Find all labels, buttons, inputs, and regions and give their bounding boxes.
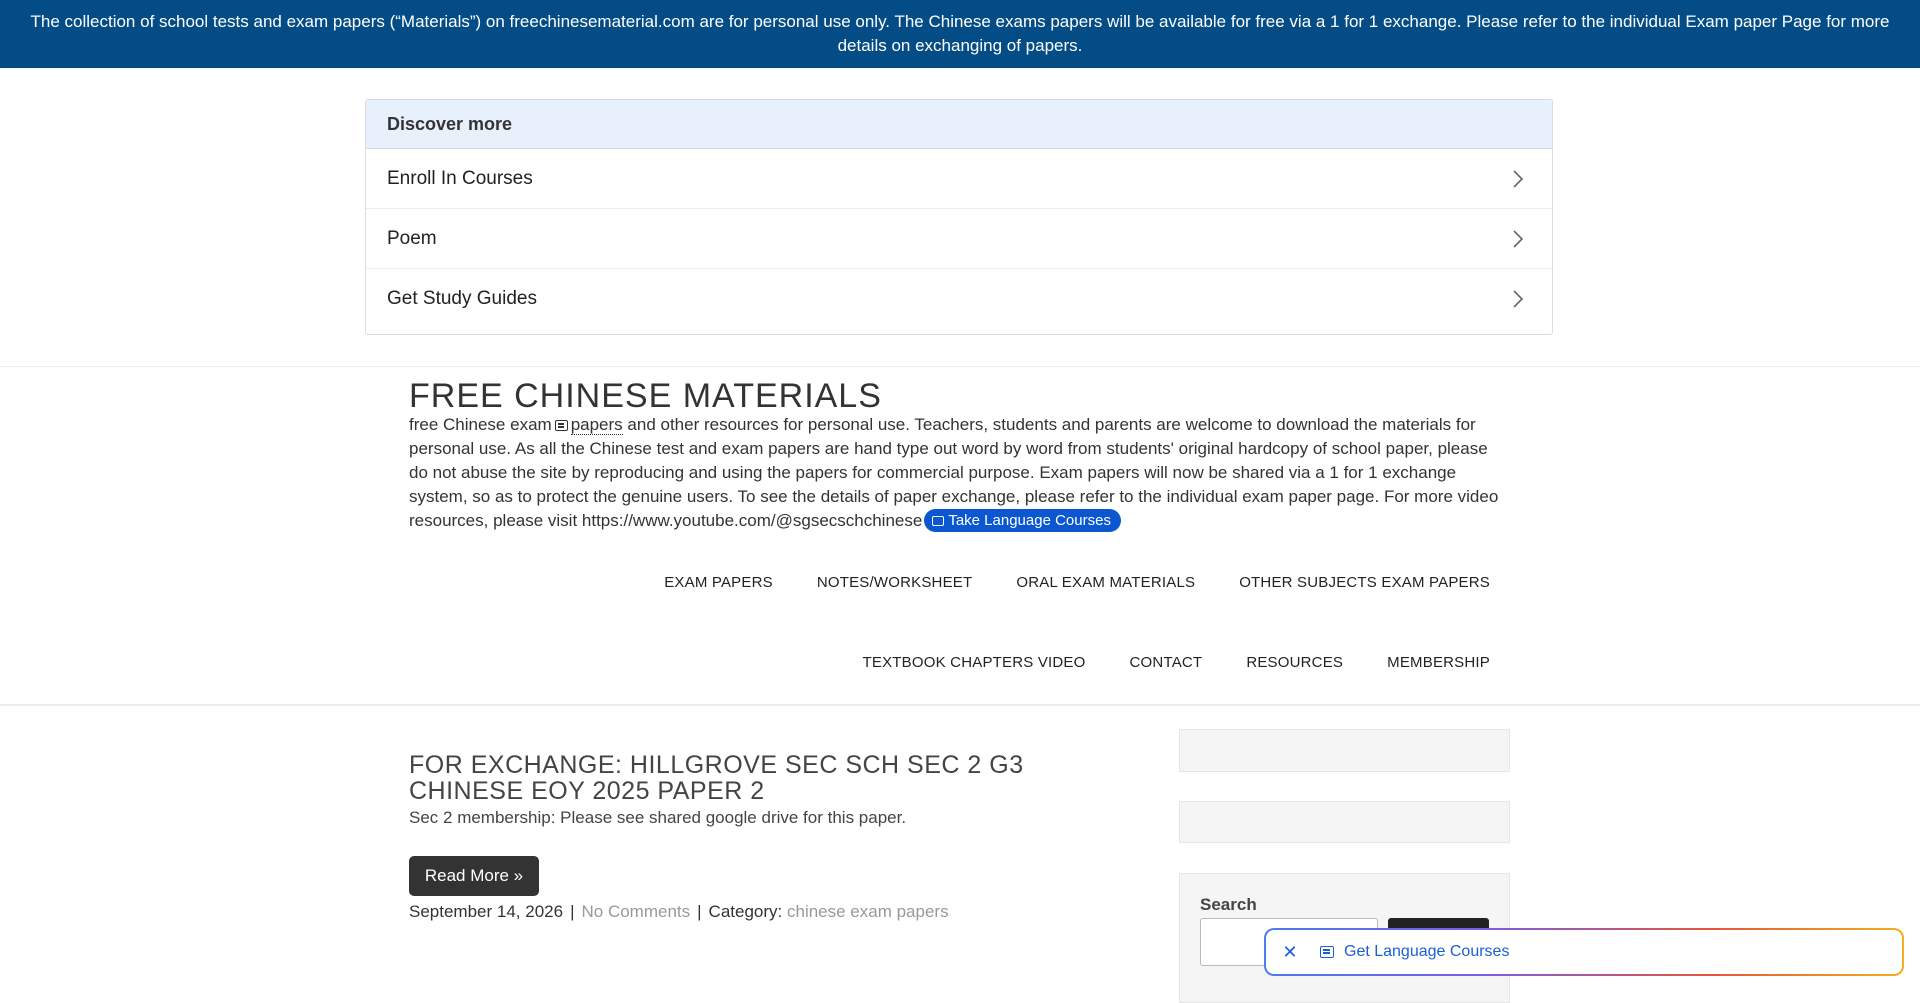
- search-label: Search: [1200, 895, 1257, 914]
- header-divider: [0, 704, 1920, 706]
- papers-link[interactable]: papers: [570, 415, 623, 435]
- ad-link-icon: [932, 516, 945, 526]
- discover-more-panel: Discover more Enroll In Courses Poem Get…: [365, 99, 1553, 335]
- post-title[interactable]: FOR EXCHANGE: HILLGROVE SEC SCH SEC 2 G3…: [409, 752, 1139, 804]
- chevron-right-icon: [1512, 169, 1524, 189]
- get-language-courses-link[interactable]: Get Language Courses: [1344, 943, 1509, 961]
- discover-item-get-study-guides[interactable]: Get Study Guides: [366, 269, 1552, 329]
- category-link[interactable]: chinese exam papers: [787, 902, 949, 921]
- close-icon[interactable]: ✕: [1280, 942, 1300, 962]
- discover-item-poem[interactable]: Poem: [366, 209, 1552, 269]
- discover-item-label: Enroll In Courses: [387, 167, 533, 189]
- post-date: September 14, 2026: [409, 902, 564, 921]
- take-language-courses-pill[interactable]: Take Language Courses: [924, 509, 1121, 532]
- nav-resources[interactable]: RESOURCES: [1246, 654, 1343, 671]
- discover-more-header: Discover more: [366, 100, 1552, 149]
- ad-link-icon: [1320, 946, 1334, 958]
- meta-separator: |: [697, 902, 702, 921]
- chevron-right-icon: [1512, 289, 1524, 309]
- pill-label: Take Language Courses: [948, 512, 1111, 529]
- post-meta: September 14, 2026 | No Comments | Category:…: [409, 902, 949, 922]
- nav-membership[interactable]: MEMBERSHIP: [1387, 654, 1490, 671]
- discover-item-label: Get Study Guides: [387, 288, 537, 309]
- main-nav-row-1: EXAM PAPERS NOTES/WORKSHEET ORAL EXAM MA…: [664, 574, 1490, 591]
- nav-notes-worksheet[interactable]: NOTES/WORKSHEET: [817, 574, 973, 591]
- floating-ad-bar-inner: ✕ Get Language Courses: [1266, 930, 1902, 974]
- nav-textbook-chapters-video[interactable]: TEXTBOOK CHAPTERS VIDEO: [863, 654, 1086, 671]
- site-title[interactable]: FREE CHINESE MATERIALS: [409, 374, 882, 418]
- chevron-right-icon: [1512, 229, 1524, 249]
- nav-other-subjects-exam-papers[interactable]: OTHER SUBJECTS EXAM PAPERS: [1239, 574, 1490, 591]
- post-excerpt: Sec 2 membership: Please see shared goog…: [409, 808, 907, 827]
- notice-text: The collection of school tests and exam …: [30, 12, 1890, 55]
- site-description-text-1: free Chinese exam: [409, 415, 552, 434]
- nav-oral-exam-materials[interactable]: ORAL EXAM MATERIALS: [1016, 574, 1195, 591]
- floating-ad-bar: ✕ Get Language Courses: [1264, 928, 1904, 976]
- notice-bar: The collection of school tests and exam …: [0, 0, 1920, 68]
- sidebar-widget: [1179, 729, 1510, 772]
- divider: [0, 366, 1920, 367]
- nav-exam-papers[interactable]: EXAM PAPERS: [664, 574, 773, 591]
- discover-item-enroll-in-courses[interactable]: Enroll In Courses: [366, 149, 1552, 209]
- sidebar-widget: [1179, 801, 1510, 843]
- discover-item-label: Poem: [387, 227, 437, 249]
- comments-link[interactable]: No Comments: [581, 902, 690, 921]
- meta-separator: |: [570, 902, 575, 921]
- main-nav-row-2: TEXTBOOK CHAPTERS VIDEO CONTACT RESOURCE…: [863, 654, 1490, 671]
- ad-link-icon: [554, 420, 568, 431]
- nav-contact[interactable]: CONTACT: [1130, 654, 1203, 671]
- read-more-button[interactable]: Read More »: [409, 856, 539, 896]
- site-description: free Chinese exam papers and other resour…: [409, 413, 1509, 533]
- category-label: Category:: [708, 902, 783, 921]
